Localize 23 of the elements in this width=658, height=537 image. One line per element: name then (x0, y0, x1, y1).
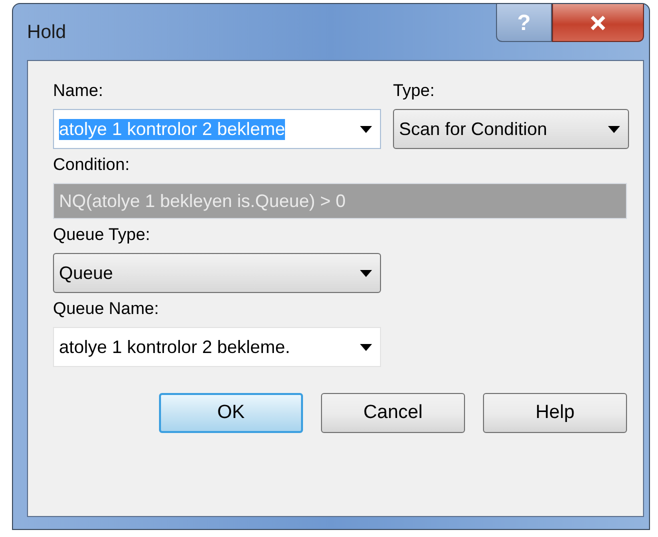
combo-value: atolye 1 kontrolor 2 bekleme. (59, 336, 290, 358)
combo-value: atolye 1 kontrolor 2 bekleme (59, 118, 286, 140)
window-title: Hold (27, 22, 66, 44)
dialog-button[interactable]: Help (483, 393, 627, 433)
caret-icon (360, 344, 372, 350)
dialog-button[interactable]: OK (159, 393, 303, 433)
dialog-button[interactable]: Cancel (321, 393, 465, 433)
caret-icon (360, 270, 372, 276)
close-icon (588, 14, 608, 30)
field-value: NQ(atolye 1 bekleyen is.Queue) > 0 (59, 190, 346, 212)
field-label: Condition: (53, 155, 131, 175)
queue-name-combo[interactable]: atolye 1 kontrolor 2 bekleme. (53, 327, 381, 367)
close-button[interactable] (552, 4, 644, 42)
field-label: Queue Type: (53, 225, 152, 245)
dropdown-value: Queue (59, 262, 114, 284)
queue-type-dropdown[interactable]: Queue (53, 253, 381, 293)
caret-icon (360, 126, 372, 132)
dropdown-value: Scan for Condition (399, 118, 548, 140)
field-label: Type: (393, 81, 436, 101)
type-dropdown[interactable]: Scan for Condition (393, 109, 629, 149)
field-label: Name: (53, 81, 104, 101)
field-label: Queue Name: (53, 299, 160, 319)
caret-icon (608, 126, 620, 132)
